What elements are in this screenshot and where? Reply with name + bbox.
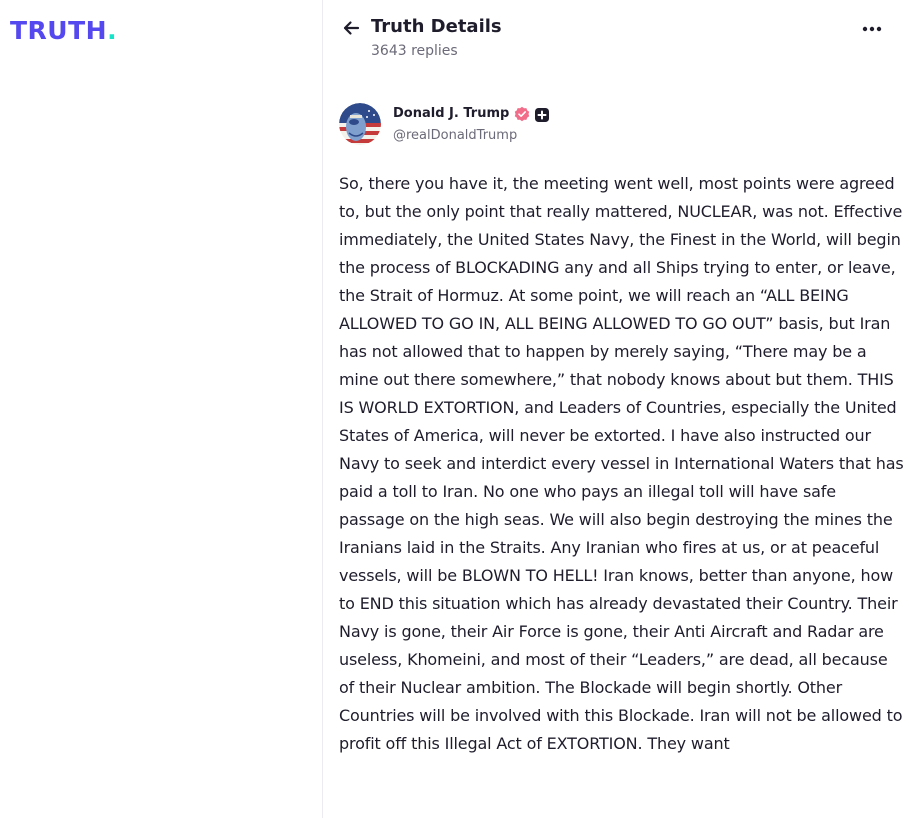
post-author: Donald J. Trump @realDonaldTrump <box>339 103 899 145</box>
page-title: Truth Details <box>371 16 502 37</box>
author-name-line: Donald J. Trump <box>393 105 550 123</box>
ellipsis-icon <box>862 26 882 32</box>
logo-dot: . <box>107 16 118 45</box>
more-options-button[interactable] <box>859 18 885 40</box>
left-sidebar: TRUTH. <box>0 0 322 818</box>
arrow-left-icon <box>343 21 360 35</box>
logo-text: TRUTH <box>10 16 108 45</box>
replies-count: 3643 replies <box>371 43 458 59</box>
main-column: Truth Details 3643 replies Donald J. Tru… <box>323 0 909 818</box>
author-handle[interactable]: @realDonaldTrump <box>393 127 517 145</box>
author-name[interactable]: Donald J. Trump <box>393 105 509 123</box>
back-button[interactable] <box>339 16 363 40</box>
avatar[interactable] <box>339 103 381 145</box>
truth-logo[interactable]: TRUTH. <box>10 18 117 44</box>
post-body: So, there you have it, the meeting went … <box>339 174 904 753</box>
verified-badge-icon <box>514 106 530 122</box>
plus-badge-icon <box>535 107 550 122</box>
